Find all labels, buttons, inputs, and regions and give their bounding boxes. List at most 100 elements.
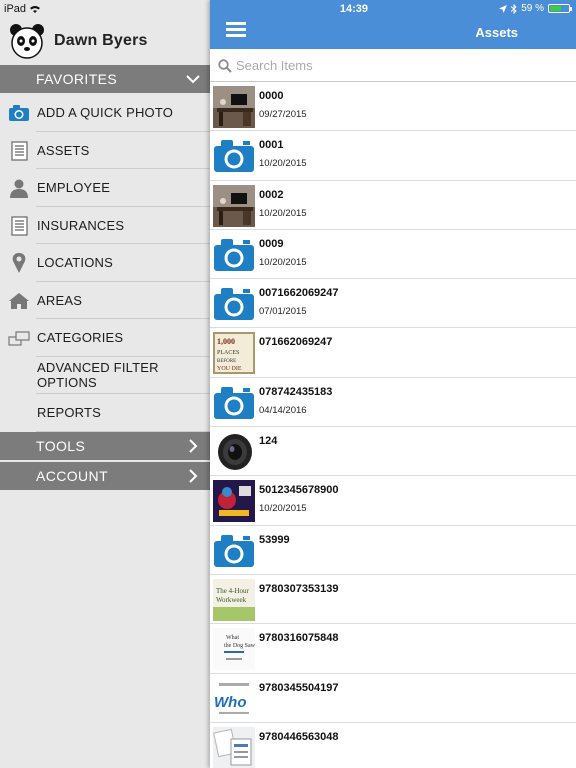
person-icon [10,179,28,198]
camera-placeholder-icon [213,530,255,572]
nav-bar: 14:39 59 % Assets [210,0,576,49]
sidebar-item-label: CATEGORIES [37,330,124,346]
battery-icon [548,4,572,13]
status-bar-right: 59 % [499,3,572,14]
asset-date: 10/20/2015 [259,503,307,515]
asset-thumbnail [213,184,255,227]
asset-row[interactable]: What the Dog Saw 9780316075848 [210,624,576,674]
asset-date: 07/01/2015 [259,306,307,318]
camera-icon [9,105,29,121]
asset-name: 0000 [259,90,284,102]
asset-row[interactable]: 5012345678900 10/20/2015 [210,476,576,526]
svg-text:Workweek: Workweek [216,596,247,604]
search-input[interactable] [236,58,556,73]
bluetooth-icon [511,3,517,14]
svg-text:What: What [226,635,239,641]
sidebar-item-label: ADVANCED FILTER OPTIONS [37,360,159,391]
page-title: Assets [475,25,518,40]
asset-thumbnail [213,726,255,768]
house-icon [9,292,29,309]
asset-name: 0009 [259,237,284,250]
asset-name: 9780316075848 [259,632,339,645]
sidebar-item-assets[interactable]: ASSETS [0,132,210,170]
asset-name: 0002 [259,188,284,201]
categories-icon [8,331,30,346]
camera-placeholder-icon [213,135,255,177]
sidebar-item-label: AREAS [37,292,83,308]
status-bar-left: iPad [0,0,210,18]
asset-date: 10/20/2015 [259,158,307,170]
asset-thumbnail: The 4-Hour Workweek [213,578,255,621]
chevron-right-icon [189,469,198,483]
sidebar-item-advanced-filter-options[interactable]: ADVANCED FILTER OPTIONS [0,357,210,395]
asset-row[interactable]: 9780446563048 [210,723,576,768]
asset-name: 071662069247 [259,336,333,349]
asset-name: 9780307353139 [259,582,339,595]
account-label: ACCOUNT [36,468,109,484]
map-pin-icon [12,253,26,273]
sidebar-item-locations[interactable]: LOCATIONS [0,244,210,282]
camera-placeholder-icon [213,234,255,276]
search-bar [210,52,576,82]
sidebar-item-employee[interactable]: EMPLOYEE [0,169,210,207]
sidebar-item-label: REPORTS [37,405,102,421]
assets-panel: 14:39 59 % Assets 0000 09/27/2015 0001 10/2… [210,0,576,768]
battery-fill [550,6,561,11]
asset-row[interactable]: 124 [210,427,576,477]
tools-section-header[interactable]: TOOLS [0,432,210,460]
favorites-label: FAVORITES [36,71,118,87]
asset-name: 5012345678900 [259,484,339,497]
sidebar-item-label: EMPLOYEE [37,180,111,196]
asset-row[interactable]: 1,000 PLACES BEFORE YOU DIE 071662069247 [210,328,576,378]
asset-name: 0071662069247 [259,287,339,300]
sidebar-item-areas[interactable]: AREAS [0,282,210,320]
sidebar-item-label: LOCATIONS [37,255,113,271]
svg-text:BEFORE: BEFORE [217,359,236,364]
account-section-header[interactable]: ACCOUNT [0,462,210,490]
svg-text:Who: Who [214,694,246,711]
asset-row[interactable]: 0001 10/20/2015 [210,131,576,181]
asset-row[interactable]: 0000 09/27/2015 [210,82,576,132]
chevron-down-icon [186,75,200,84]
sidebar-item-label: ASSETS [37,142,90,158]
sidebar-item-add-quick-photo[interactable]: ADD A QUICK PHOTO [0,94,210,132]
asset-name: 9780446563048 [259,730,339,743]
sidebar-item-categories[interactable]: CATEGORIES [0,319,210,357]
sidebar-item-insurances[interactable]: INSURANCES [0,207,210,245]
search-icon [218,59,232,73]
battery-percent: 59 % [521,3,544,14]
asset-row[interactable]: 0002 10/20/2015 [210,181,576,230]
document-icon [11,215,28,236]
asset-row[interactable]: 078742435183 04/14/2016 [210,378,576,428]
sidebar-item-reports[interactable]: REPORTS [0,394,210,432]
asset-thumbnail: Who [213,677,255,720]
asset-list: 0000 09/27/2015 0001 10/20/2015 0002 10/20/20… [210,82,576,768]
asset-row[interactable]: 0009 10/20/2015 [210,230,576,280]
location-arrow-icon [499,4,508,13]
favorites-section-header[interactable]: FAVORITES [0,65,210,93]
asset-row[interactable]: The 4-Hour Workweek 9780307353139 [210,575,576,625]
asset-date: 10/20/2015 [259,207,307,219]
asset-row[interactable]: 53999 [210,526,576,575]
asset-name: 078742435183 [259,385,333,398]
asset-date: 04/14/2016 [259,404,307,416]
svg-text:the Dog Saw: the Dog Saw [224,643,255,649]
asset-name: 0001 [259,139,284,152]
user-profile[interactable]: Dawn Byers [8,20,148,62]
user-name: Dawn Byers [54,32,148,49]
wifi-icon [30,5,41,13]
asset-row[interactable]: Who 9780345504197 [210,674,576,723]
asset-thumbnail: What the Dog Saw [213,628,256,671]
svg-text:The 4-Hour: The 4-Hour [216,587,250,595]
asset-date: 09/27/2015 [259,109,307,120]
document-icon [11,140,28,161]
panda-avatar [10,24,44,59]
asset-thumbnail [213,480,255,523]
asset-name: 124 [259,435,278,448]
svg-text:PLACES: PLACES [217,350,239,356]
camera-placeholder-icon [213,382,255,424]
chevron-right-icon [189,439,198,453]
sidebar: iPad Dawn Byers FAVORITES ADD A QUICK PH… [0,0,210,768]
asset-name: 53999 [259,533,290,546]
asset-row[interactable]: 0071662069247 07/01/2015 [210,279,576,329]
